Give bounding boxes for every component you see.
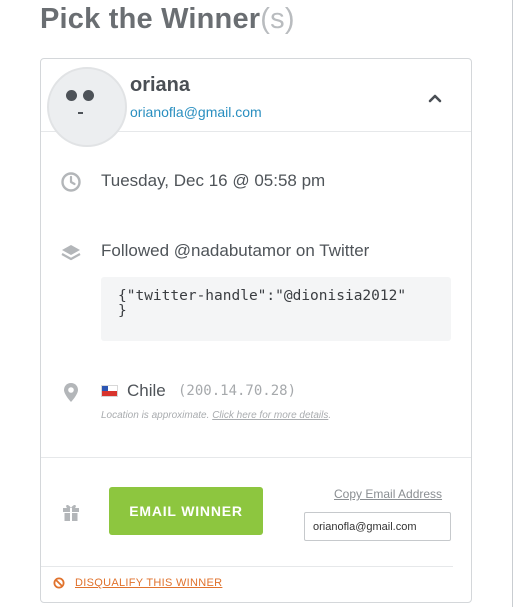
chevron-up-icon[interactable] xyxy=(427,90,443,106)
page-title-suffix: (s) xyxy=(260,3,295,35)
location-details-link[interactable]: Click here for more details xyxy=(212,410,328,421)
entry-country: Chile xyxy=(127,381,166,400)
action-data-box: {"twitter-handle":"@dionisia2012" } xyxy=(101,277,451,341)
avatar-right-eye xyxy=(83,90,94,101)
location-note-text: Location is approximate. xyxy=(101,410,210,421)
winner-header[interactable]: oriana orianofla@gmail.com xyxy=(41,59,471,147)
clock-icon xyxy=(61,172,81,192)
winner-email-link[interactable]: orianofla@gmail.com xyxy=(130,104,262,120)
entry-date: Tuesday, Dec 16 @ 05:58 pm xyxy=(101,171,326,190)
winner-name: oriana xyxy=(130,74,191,96)
entry-ip: (200.14.70.28) xyxy=(178,383,297,399)
avatar-left-eye xyxy=(66,90,77,101)
page-right-divider xyxy=(512,0,513,607)
location-note-period: . xyxy=(328,410,332,421)
email-winner-button[interactable]: EMAIL WINNER xyxy=(109,487,263,535)
divider xyxy=(41,457,471,458)
prohibited-icon[interactable] xyxy=(53,577,65,589)
gift-icon xyxy=(63,504,79,521)
winner-card: oriana orianofla@gmail.com Tuesday, Dec … xyxy=(40,58,472,603)
avatar-mouth xyxy=(78,112,83,114)
copy-email-link[interactable]: Copy Email Address xyxy=(334,487,442,501)
disqualify-winner-link[interactable]: DISQUALIFY THIS WINNER xyxy=(75,577,222,589)
map-pin-icon xyxy=(64,383,78,402)
divider-bottom xyxy=(41,566,453,567)
avatar xyxy=(47,67,127,147)
layers-icon xyxy=(61,245,81,261)
winner-email-field[interactable] xyxy=(304,512,451,541)
action-data-line-1: {"twitter-handle":"@dionisia2012" xyxy=(118,288,407,304)
page-title: Pick the Winner(s) xyxy=(40,3,295,36)
location-note: Location is approximate. Click here for … xyxy=(101,410,331,421)
action-data-line-2: } xyxy=(118,303,127,319)
page-title-main: Pick the Winner xyxy=(40,3,261,35)
chile-flag-icon xyxy=(101,385,118,397)
entry-action: Followed @nadabutamor on Twitter xyxy=(101,241,370,260)
